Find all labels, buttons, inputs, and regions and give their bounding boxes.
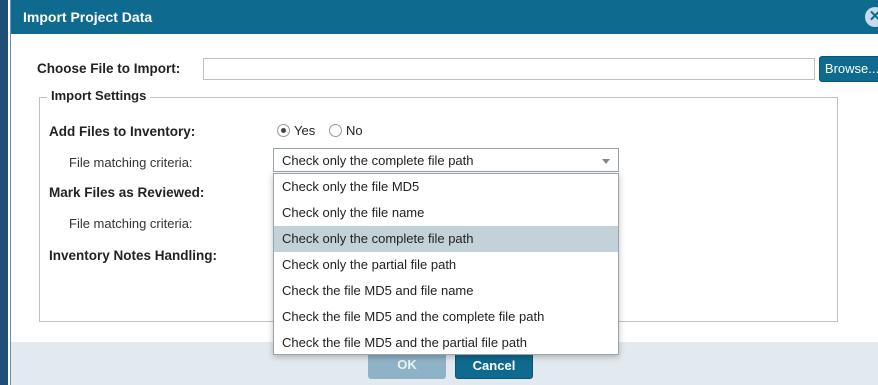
dropdown-option[interactable]: Check only the file MD5 [274, 174, 618, 200]
notes-handling-label: Inventory Notes Handling: [49, 248, 218, 263]
mark-reviewed-criteria-label: File matching criteria: [69, 216, 193, 231]
add-files-no-radio[interactable] [329, 124, 342, 137]
choose-file-label: Choose File to Import: [37, 61, 181, 76]
chevron-down-icon[interactable] [602, 159, 610, 164]
dropdown-option-selected[interactable]: Check only the complete file path [274, 226, 618, 252]
file-path-input[interactable] [203, 58, 815, 80]
file-matching-criteria-select[interactable]: Check only the complete file path [273, 148, 619, 172]
add-files-label: Add Files to Inventory: [49, 124, 196, 139]
dropdown-option[interactable]: Check the file MD5 and the complete file… [274, 304, 618, 330]
mark-reviewed-label: Mark Files as Reviewed: [49, 185, 205, 200]
select-current-value: Check only the complete file path [282, 153, 474, 168]
add-files-yes-label[interactable]: Yes [294, 123, 315, 138]
add-files-criteria-label: File matching criteria: [69, 155, 193, 170]
background-page-edge [0, 0, 8, 385]
add-files-yes-radio[interactable] [277, 124, 290, 137]
criteria-dropdown-list: Check only the file MD5 Check only the f… [273, 173, 619, 355]
dialog-titlebar[interactable]: Import Project Data ✕ [11, 0, 878, 34]
dialog-title: Import Project Data [23, 9, 153, 25]
import-project-dialog: Import Project Data ✕ Choose File to Imp… [10, 0, 878, 385]
add-files-no-label[interactable]: No [346, 123, 363, 138]
dropdown-option[interactable]: Check the file MD5 and file name [274, 278, 618, 304]
import-settings-legend: Import Settings [47, 88, 151, 103]
browse-button[interactable]: Browse... [819, 56, 878, 82]
close-icon[interactable]: ✕ [865, 7, 878, 27]
dropdown-option[interactable]: Check only the partial file path [274, 252, 618, 278]
dropdown-option[interactable]: Check the file MD5 and the partial file … [274, 330, 618, 356]
dropdown-option[interactable]: Check only the file name [274, 200, 618, 226]
